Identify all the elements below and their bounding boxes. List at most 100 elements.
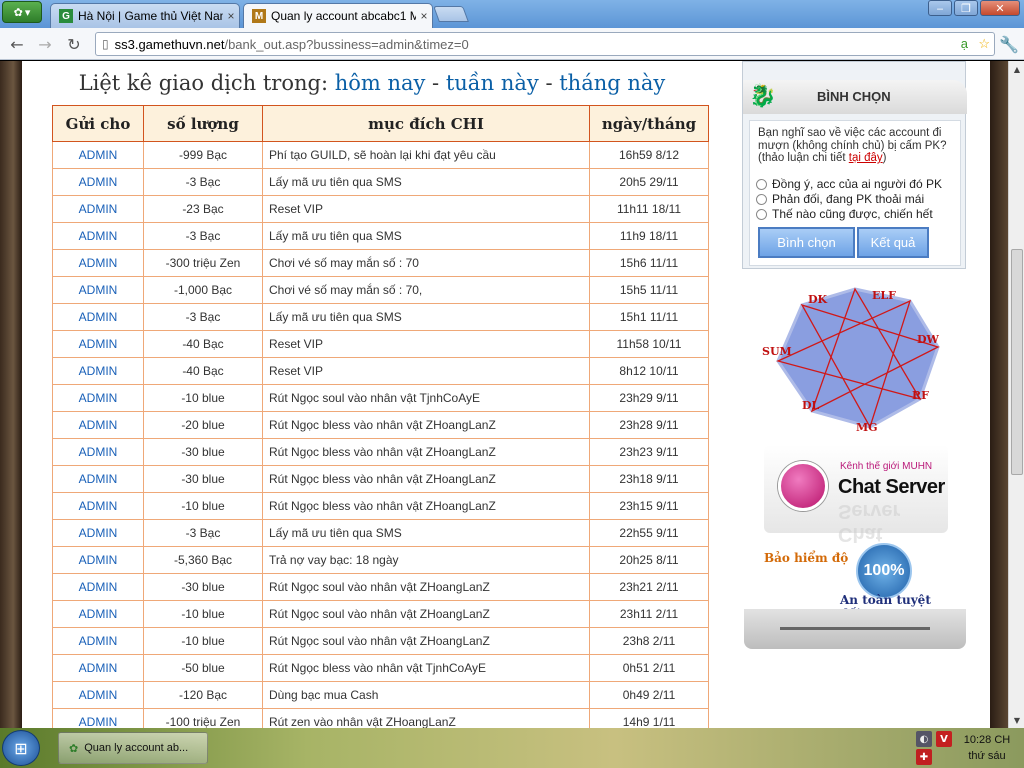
antivirus-icon[interactable]: V [936, 731, 952, 747]
date-cell: 11h58 10/11 [589, 330, 709, 358]
receiver-cell[interactable]: ADMIN [52, 141, 144, 169]
reload-button[interactable]: ↻ [63, 33, 85, 55]
url-path: /bank_out.asp?bussiness=admin&timez=0 [224, 36, 469, 52]
receiver-cell[interactable]: ADMIN [52, 357, 144, 385]
table-row: ADMIN -23 Bạc Reset VIP 11h11 18/11 [52, 195, 709, 223]
close-tab-icon[interactable]: × [223, 9, 239, 23]
back-button[interactable]: ← [6, 33, 28, 55]
filter-month-link[interactable]: tháng này [559, 71, 665, 95]
poll-option-disagree[interactable]: Phản đối, đang PK thoải mái [756, 192, 924, 206]
chevron-down-icon: ▾ [24, 5, 31, 19]
chat-server-banner[interactable]: Kênh thế giới MUHN Chat Server Chat Serv… [764, 445, 948, 545]
date-cell: 11h11 18/11 [589, 195, 709, 223]
scroll-thumb[interactable] [1011, 249, 1023, 475]
receiver-cell[interactable]: ADMIN [52, 222, 144, 250]
date-cell: 23h8 2/11 [589, 627, 709, 655]
table-row: ADMIN -3 Bạc Lấy mã ưu tiên qua SMS 15h1 11… [52, 303, 709, 331]
date-cell: 23h23 9/11 [589, 438, 709, 466]
results-button[interactable]: Kết quả [857, 227, 929, 258]
radio-icon[interactable] [756, 193, 767, 205]
receiver-cell[interactable]: ADMIN [52, 303, 144, 331]
network-icon[interactable]: ◐ [916, 731, 932, 747]
purpose-cell: Reset VIP [262, 357, 590, 385]
wrench-icon: 🔧 [999, 34, 1019, 54]
receiver-cell[interactable]: ADMIN [52, 600, 144, 628]
receiver-cell[interactable]: ADMIN [52, 168, 144, 196]
poll-option-agree[interactable]: Đồng ý, acc của ai người đó PK [756, 177, 942, 191]
table-row: ADMIN -20 blue Rút Ngọc bless vào nhân vật… [52, 411, 709, 439]
purpose-cell: Lấy mã ưu tiên qua SMS [262, 519, 590, 547]
receiver-cell[interactable]: ADMIN [52, 384, 144, 412]
browser-menu-button[interactable]: ✿ ▾ [2, 1, 42, 23]
receiver-cell[interactable]: ADMIN [52, 249, 144, 277]
amount-cell: -20 blue [143, 411, 263, 439]
receiver-cell[interactable]: ADMIN [52, 573, 144, 601]
receiver-cell[interactable]: ADMIN [52, 519, 144, 547]
tab-account[interactable]: M Quan ly account abcabc1 MU × [243, 3, 433, 28]
tab-label: Hà Nội | Game thủ Việt Nam- [78, 9, 223, 23]
start-button[interactable]: ⊞ [2, 730, 40, 766]
taskbar-browser-item[interactable]: ✿ Quan ly account ab... [58, 732, 208, 764]
receiver-cell[interactable]: ADMIN [52, 411, 144, 439]
address-bar[interactable]: ▯ ss3.gamethuvn.net/bank_out.asp?bussine… [95, 32, 995, 56]
filter-today-link[interactable]: hôm nay [335, 71, 426, 95]
background-artwork-left [0, 61, 22, 728]
extension-icon[interactable]: ạ [961, 36, 968, 51]
poll-option-any[interactable]: Thế nào cũng được, chiến hết [756, 207, 933, 221]
amount-cell: -30 blue [143, 465, 263, 493]
receiver-cell[interactable]: ADMIN [52, 492, 144, 520]
table-row: ADMIN -50 blue Rút Ngọc bless vào nhân vật… [52, 654, 709, 682]
wrench-menu-button[interactable]: 🔧 [998, 33, 1020, 55]
date-cell: 23h29 9/11 [589, 384, 709, 412]
bookmark-star-icon[interactable]: ☆ [978, 36, 990, 52]
date-cell: 23h28 9/11 [589, 411, 709, 439]
receiver-cell[interactable]: ADMIN [52, 627, 144, 655]
table-row: ADMIN -1,000 Bạc Chơi vé số may mắn số : 7… [52, 276, 709, 304]
insurance-banner[interactable]: Bảo hiểm độ 100% An toàn tuyệt đối [764, 539, 954, 621]
close-tab-icon[interactable]: × [416, 9, 432, 23]
amount-cell: -999 Bạc [143, 141, 263, 169]
amount-cell: -10 blue [143, 492, 263, 520]
receiver-cell[interactable]: ADMIN [52, 195, 144, 223]
page-scrollbar[interactable]: ▲ ▼ [1008, 61, 1024, 728]
receiver-cell[interactable]: ADMIN [52, 681, 144, 709]
tab-strip: ✿ ▾ G Hà Nội | Game thủ Việt Nam- × M Qua… [0, 0, 1024, 28]
radio-icon[interactable] [756, 178, 767, 190]
receiver-cell[interactable]: ADMIN [52, 465, 144, 493]
scroll-down-icon[interactable]: ▼ [1009, 712, 1024, 728]
clock[interactable]: 10:28 CH thứ sáu [958, 732, 1016, 764]
forward-button[interactable]: → [34, 33, 56, 55]
scroll-up-icon[interactable]: ▲ [1009, 61, 1024, 77]
minimize-button[interactable]: ‒ [928, 0, 952, 16]
arrow-left-icon: ← [10, 34, 24, 54]
radio-icon[interactable] [756, 208, 767, 220]
shield-icon[interactable]: ✚ [916, 749, 932, 765]
receiver-cell[interactable]: ADMIN [52, 276, 144, 304]
header-date: ngày/tháng [589, 105, 709, 142]
amount-cell: -30 blue [143, 438, 263, 466]
receiver-cell[interactable]: ADMIN [52, 438, 144, 466]
receiver-cell[interactable]: ADMIN [52, 546, 144, 574]
filter-week-link[interactable]: tuần này [446, 71, 539, 95]
table-row: ADMIN -999 Bạc Phí tạo GUILD, sẽ hoàn lại … [52, 141, 709, 169]
amount-cell: -3 Bạc [143, 168, 263, 196]
date-cell: 14h9 1/11 [589, 708, 709, 728]
receiver-cell[interactable]: ADMIN [52, 330, 144, 358]
discussion-link[interactable]: tại đây [849, 152, 883, 164]
transactions-table: Gửi cho số lượng mục đích CHI ngày/tháng… [52, 105, 709, 728]
poll-title: BÌNH CHỌN [817, 89, 891, 104]
header-amount: số lượng [143, 105, 263, 142]
receiver-cell[interactable]: ADMIN [52, 708, 144, 728]
browser-toolbar: ← → ↻ ▯ ss3.gamethuvn.net/bank_out.asp?b… [0, 28, 1024, 60]
maximize-button[interactable]: ❐ [954, 0, 978, 16]
new-tab-button[interactable] [433, 6, 469, 22]
close-window-button[interactable]: ✕ [980, 0, 1020, 16]
table-row: ADMIN -120 Bạc Dùng bạc mua Cash 0h49 2/11 [52, 681, 709, 709]
vote-button[interactable]: Bình chọn [758, 227, 855, 258]
purpose-cell: Reset VIP [262, 195, 590, 223]
purpose-cell: Chơi vé số may mắn số : 70, [262, 276, 590, 304]
receiver-cell[interactable]: ADMIN [52, 654, 144, 682]
reload-icon: ↻ [67, 34, 81, 54]
tab-game-thu[interactable]: G Hà Nội | Game thủ Việt Nam- × [50, 3, 240, 28]
table-row: ADMIN -3 Bạc Lấy mã ưu tiên qua SMS 11h9 18… [52, 222, 709, 250]
